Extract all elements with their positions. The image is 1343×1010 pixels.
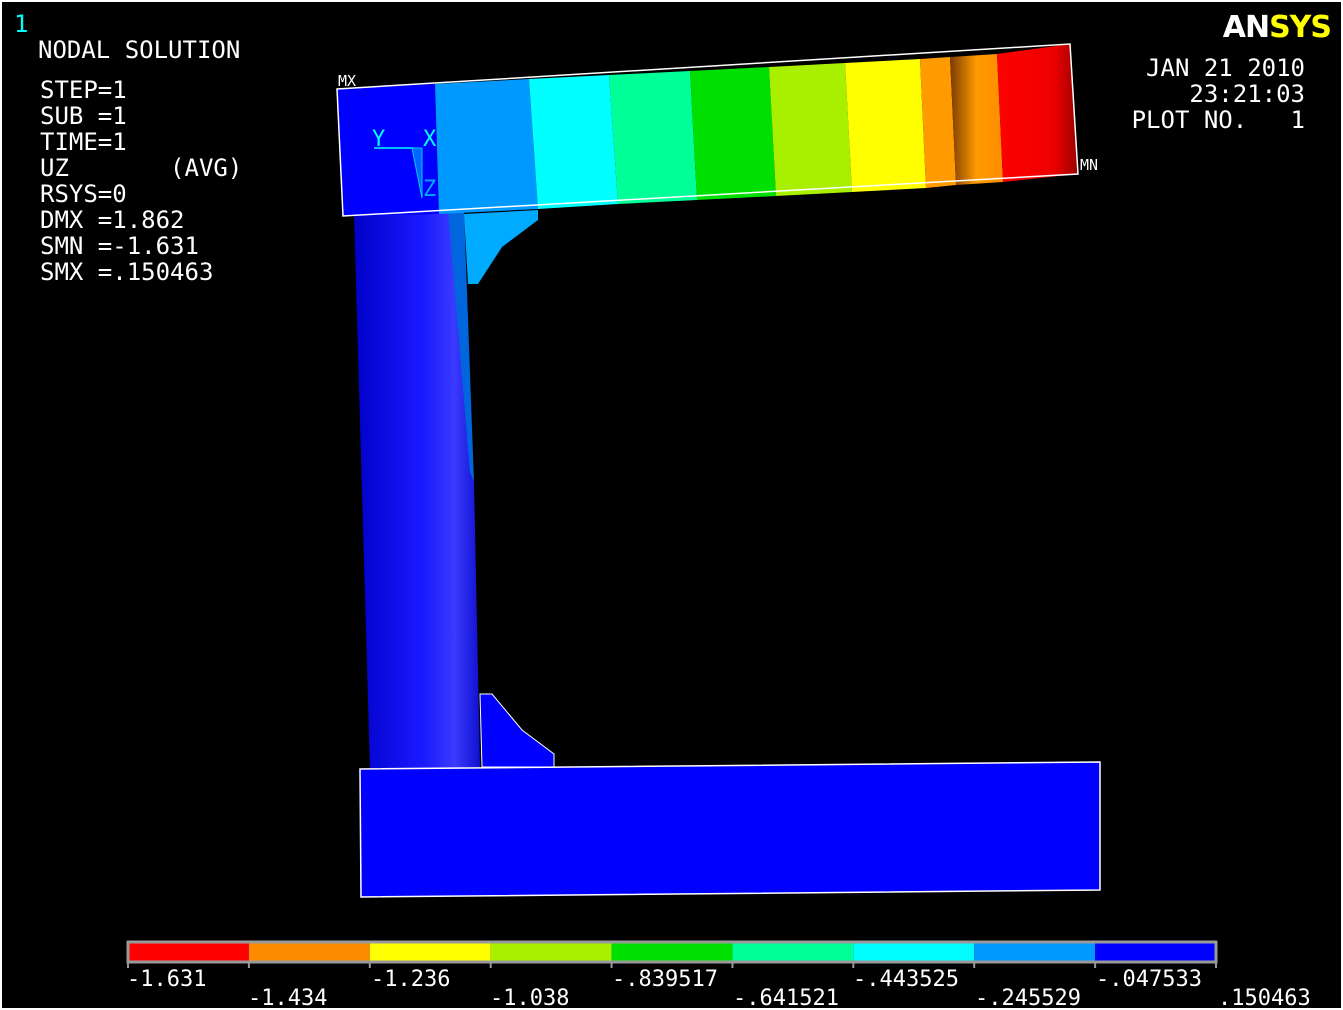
min-marker: MN	[1080, 156, 1098, 174]
legend-swatch-8	[974, 942, 1096, 962]
legend-swatch-2	[248, 942, 370, 962]
triad-y-label: Y	[372, 127, 385, 152]
legend-swatch-5	[611, 942, 733, 962]
legend-swatch-9	[1095, 942, 1216, 962]
base-plate	[359, 761, 1101, 898]
legend-swatch-1	[128, 942, 249, 962]
legend-swatch-7	[853, 942, 975, 962]
beam-band-6	[769, 63, 852, 196]
legend-label-top-1: -1.631	[127, 967, 207, 992]
legend-label-bottom-2: -1.038	[490, 986, 570, 1010]
model-view[interactable]: Y X Z MX MN	[2, 2, 1343, 1010]
beam-band-8	[920, 57, 956, 188]
beam-band-10	[997, 44, 1078, 182]
legend-label-top-5: -.047533	[1096, 967, 1202, 992]
legend-swatch-4	[490, 942, 612, 962]
beam-band-3	[529, 75, 618, 209]
beam-band-4	[609, 71, 697, 204]
legend-label-bottom-1: -1.434	[248, 986, 328, 1010]
graphics-window[interactable]: 1 ANSYS NODAL SOLUTION STEP=1 SUB =1 TIM…	[0, 0, 1343, 1010]
legend-label-bottom-4: -.245529	[975, 986, 1081, 1010]
legend-label-top-4: -.443525	[853, 967, 959, 992]
beam-band-5	[690, 67, 776, 200]
legend-label-top-3: -.839517	[612, 967, 718, 992]
lower-gusset	[479, 693, 555, 768]
legend-label-bottom-5: .150463	[1218, 986, 1311, 1010]
triad-z-label: Z	[423, 177, 436, 202]
beam-band-2	[435, 79, 538, 214]
upper-gusset	[464, 210, 538, 284]
beam-band-9	[950, 54, 1003, 185]
legend-label-top-2: -1.236	[371, 967, 451, 992]
legend-label-bottom-3: -.641521	[733, 986, 839, 1010]
contour-legend-bar	[126, 940, 1218, 968]
beam-band-7	[845, 59, 926, 192]
max-marker: MX	[338, 72, 356, 90]
legend-swatch-6	[732, 942, 854, 962]
legend-swatch-3	[369, 942, 491, 962]
triad-x-label: X	[423, 127, 437, 152]
